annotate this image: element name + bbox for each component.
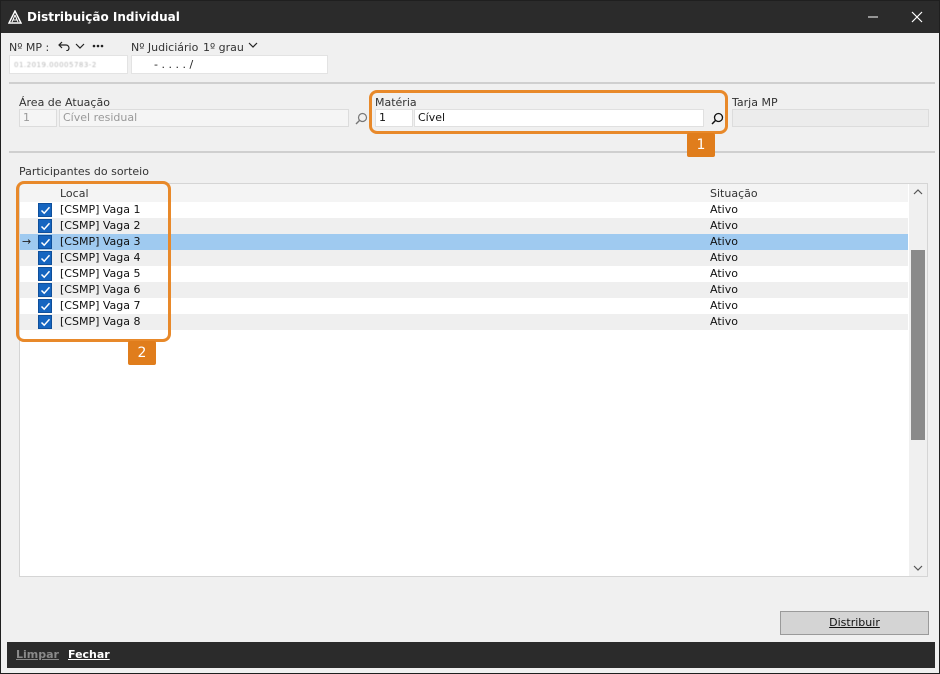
fechar-button[interactable]: Fechar (68, 648, 110, 661)
vertical-scrollbar[interactable] (909, 184, 927, 576)
chevron-up-icon[interactable] (913, 188, 923, 196)
callout-frame-1 (369, 90, 728, 134)
title-bar: Distribuição Individual (1, 1, 939, 33)
area-search-button[interactable] (352, 109, 370, 127)
chevron-down-icon[interactable] (913, 564, 923, 572)
row-situacao: Ativo (710, 283, 738, 296)
more-dots-icon (92, 44, 104, 48)
row-situacao: Ativo (710, 219, 738, 232)
chevron-down-icon (248, 42, 258, 48)
row-situacao: Ativo (710, 315, 738, 328)
participants-label: Participantes do sorteio (19, 165, 149, 178)
row-situacao: Ativo (710, 299, 738, 312)
mp-label: Nº MP : (9, 41, 50, 54)
app-logo-icon (8, 10, 22, 24)
callout-frame-2 (16, 181, 171, 342)
distribuir-button[interactable]: Distribuir (780, 611, 929, 635)
judicial-number-field[interactable]: - . . . . / (131, 55, 328, 74)
window-title: Distribuição Individual (27, 10, 180, 24)
minimize-icon (868, 16, 878, 18)
row-situacao: Ativo (710, 235, 738, 248)
undo-arrow-icon (58, 41, 70, 51)
limpar-button[interactable]: Limpar (16, 648, 59, 661)
column-header-situacao[interactable]: Situação (710, 187, 758, 201)
distribuir-label: Distribuir (829, 616, 880, 629)
tarja-input[interactable] (732, 109, 929, 127)
row-situacao: Ativo (710, 251, 738, 264)
close-icon (911, 11, 923, 23)
close-button[interactable] (895, 1, 939, 33)
mp-number-value: 01.2019.00005783-2 (14, 61, 97, 69)
judicial-number-value: - . . . . / (154, 58, 194, 71)
mp-dropdown-button[interactable] (73, 39, 87, 53)
grau-label: 1º grau (203, 41, 244, 54)
judicial-label: Nº Judiciário (131, 41, 199, 54)
separator (9, 82, 935, 84)
row-situacao: Ativo (710, 267, 738, 280)
bottom-toolbar: Limpar Fechar (7, 642, 935, 668)
area-label: Área de Atuação (19, 96, 110, 109)
area-code-input[interactable]: 1 (19, 109, 57, 127)
minimize-button[interactable] (851, 1, 895, 33)
more-options-button[interactable] (90, 39, 106, 53)
back-button[interactable] (57, 39, 71, 53)
callout-badge-1: 1 (687, 133, 715, 157)
mp-number-field[interactable]: 01.2019.00005783-2 (9, 55, 128, 74)
area-name-input[interactable]: Cível residual (59, 109, 349, 127)
tarja-label: Tarja MP (732, 96, 778, 109)
row-situacao: Ativo (710, 203, 738, 216)
grau-dropdown-button[interactable] (246, 38, 260, 52)
separator (9, 151, 935, 153)
search-icon (355, 112, 367, 124)
window: Distribuição Individual Nº MP : Nº Judic… (0, 0, 940, 674)
chevron-down-icon (75, 43, 85, 49)
scrollbar-thumb[interactable] (911, 250, 925, 440)
callout-badge-2: 2 (128, 341, 156, 365)
